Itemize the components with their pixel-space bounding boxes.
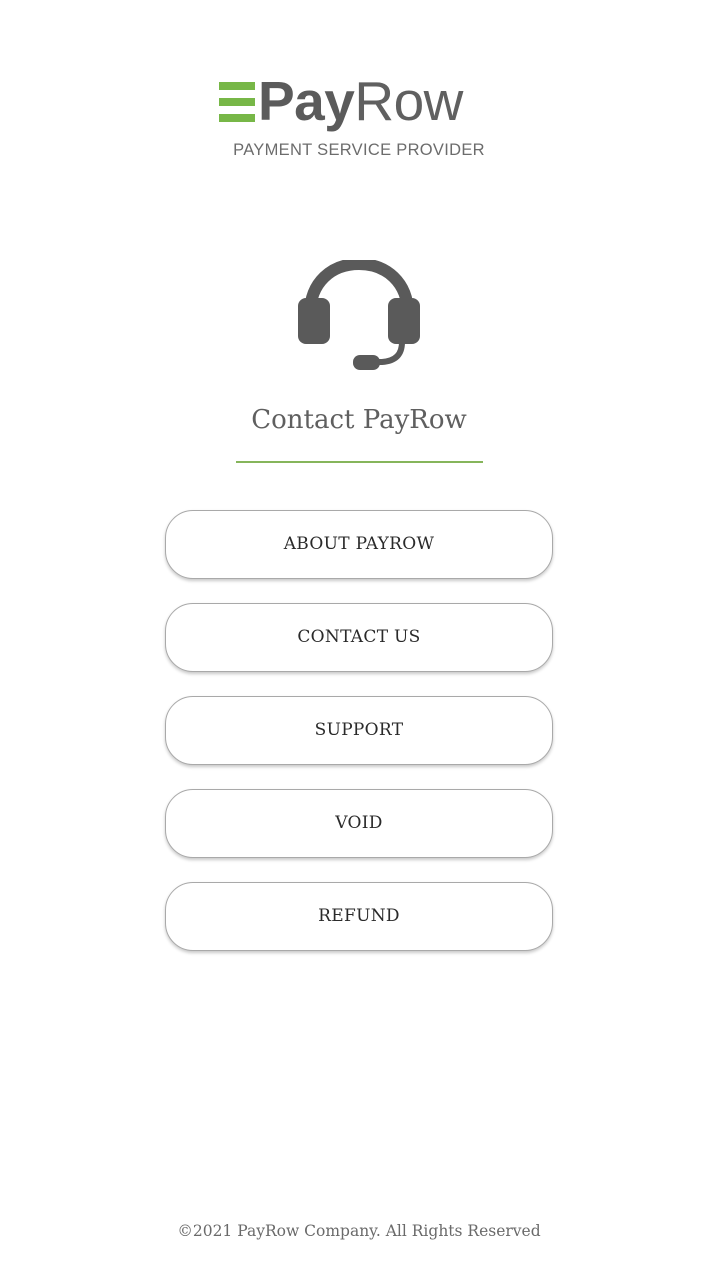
refund-button[interactable]: REFUND [165,882,553,951]
footer-copyright: ©2021 PayRow Company. All Rights Reserve… [177,1222,541,1240]
about-payrow-button[interactable]: ABOUT PAYROW [165,510,553,579]
logo-word-light: Row [354,70,463,132]
headset-icon [296,257,422,372]
page-title: Contact PayRow [251,405,467,435]
contact-menu: ABOUT PAYROW CONTACT US SUPPORT VOID REF… [165,510,553,975]
logo-mark-icon [219,82,255,122]
logo-tagline: PAYMENT SERVICE PROVIDER [233,141,485,159]
support-button[interactable]: SUPPORT [165,696,553,765]
payrow-logo: PayRow PAYMENT SERVICE PROVIDER [0,70,718,174]
void-button[interactable]: VOID [165,789,553,858]
contact-us-button[interactable]: CONTACT US [165,603,553,672]
logo-wordmark: PayRow [258,66,463,136]
title-divider [236,461,483,463]
logo-word-bold: Pay [258,70,355,132]
